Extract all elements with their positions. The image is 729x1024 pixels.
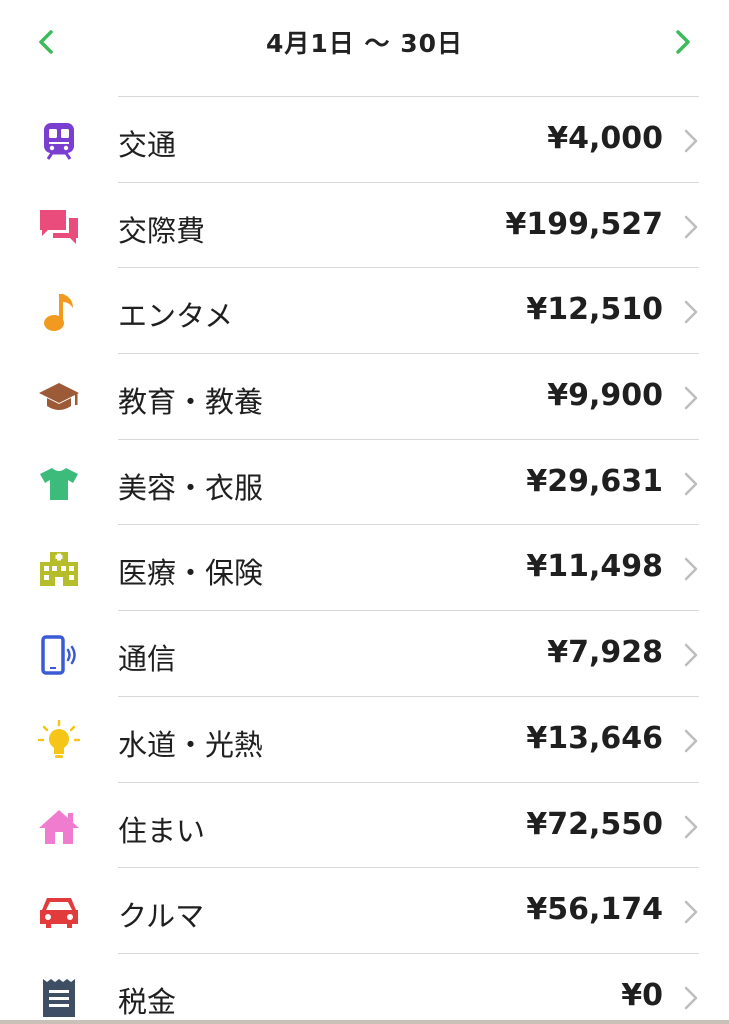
- car-icon: [38, 891, 80, 933]
- category-amount: ¥199,527: [505, 206, 663, 242]
- category-label: 税金: [118, 984, 177, 1019]
- house-icon: [38, 806, 80, 848]
- chevron-right-icon: [684, 986, 698, 1010]
- lightbulb-icon: [38, 719, 80, 762]
- chevron-right-icon: [684, 643, 698, 667]
- phone-icon: [38, 634, 80, 676]
- chevron-right-icon: [684, 729, 698, 753]
- category-row-transport[interactable]: 交通 ¥4,000: [0, 97, 729, 183]
- chat-icon: [38, 206, 80, 248]
- graduation-cap-icon: [38, 377, 80, 419]
- category-label: 住まい: [118, 813, 206, 848]
- category-label: 交際費: [118, 213, 206, 248]
- category-amount: ¥72,550: [526, 806, 663, 842]
- category-amount: ¥9,900: [547, 378, 663, 414]
- chevron-right-icon: [684, 558, 698, 581]
- category-row-education[interactable]: 教育・教養 ¥9,900: [0, 354, 729, 440]
- category-amount: ¥56,174: [526, 892, 663, 928]
- category-row-communication[interactable]: 通信 ¥7,928: [0, 611, 729, 697]
- category-row-housing[interactable]: 住まい ¥72,550: [0, 783, 729, 869]
- category-row-medical-insurance[interactable]: 医療・保険 ¥11,498: [0, 525, 729, 612]
- chevron-right-icon: [684, 129, 698, 153]
- category-label: エンタメ: [118, 299, 234, 334]
- category-label: 交通: [118, 128, 177, 162]
- category-label: 通信: [118, 642, 177, 677]
- category-amount: ¥11,498: [526, 549, 663, 585]
- period-title: 4月1日 〜 30日: [266, 29, 463, 58]
- chevron-right-icon: [684, 301, 698, 324]
- category-label: 教育・教養: [118, 385, 264, 420]
- category-label: 美容・衣服: [118, 470, 264, 505]
- category-amount: ¥4,000: [547, 121, 663, 156]
- category-amount: ¥7,928: [547, 635, 663, 671]
- chevron-right-icon: [684, 215, 698, 238]
- category-amount: ¥12,510: [526, 292, 663, 328]
- next-period-button[interactable]: [663, 22, 703, 62]
- category-amount: ¥13,646: [526, 720, 663, 756]
- bottom-edge-strip: [0, 1020, 729, 1024]
- date-range-header: 4月1日 〜 30日: [0, 0, 729, 84]
- category-row-utilities[interactable]: 水道・光熱 ¥13,646: [0, 697, 729, 783]
- category-row-beauty-clothing[interactable]: 美容・衣服 ¥29,631: [0, 440, 729, 526]
- category-label: 医療・保険: [118, 556, 264, 591]
- hospital-icon: [38, 548, 80, 590]
- train-icon: [38, 120, 80, 162]
- category-label: クルマ: [118, 899, 205, 934]
- receipt-icon: [38, 977, 80, 1019]
- chevron-right-icon: [676, 30, 690, 54]
- category-amount: ¥29,631: [526, 463, 663, 499]
- chevron-right-icon: [684, 815, 698, 838]
- category-row-car[interactable]: クルマ ¥56,174: [0, 868, 729, 954]
- chevron-right-icon: [684, 900, 698, 924]
- chevron-right-icon: [684, 472, 698, 495]
- tshirt-icon: [38, 463, 80, 505]
- category-row-social[interactable]: 交際費 ¥199,527: [0, 183, 729, 269]
- chevron-right-icon: [684, 386, 698, 410]
- music-note-icon: [38, 291, 80, 333]
- category-row-entertainment[interactable]: エンタメ ¥12,510: [0, 268, 729, 355]
- category-amount: ¥0: [621, 977, 663, 1013]
- category-label: 水道・光熱: [118, 727, 264, 762]
- expense-category-screen: 4月1日 〜 30日 交通 ¥4,000 交際費 ¥199,527 エンタメ ¥…: [0, 0, 729, 1024]
- category-list: 交通 ¥4,000 交際費 ¥199,527 エンタメ ¥12,510 教育・教…: [0, 97, 729, 1024]
- category-row-tax[interactable]: 税金 ¥0: [0, 954, 729, 1024]
